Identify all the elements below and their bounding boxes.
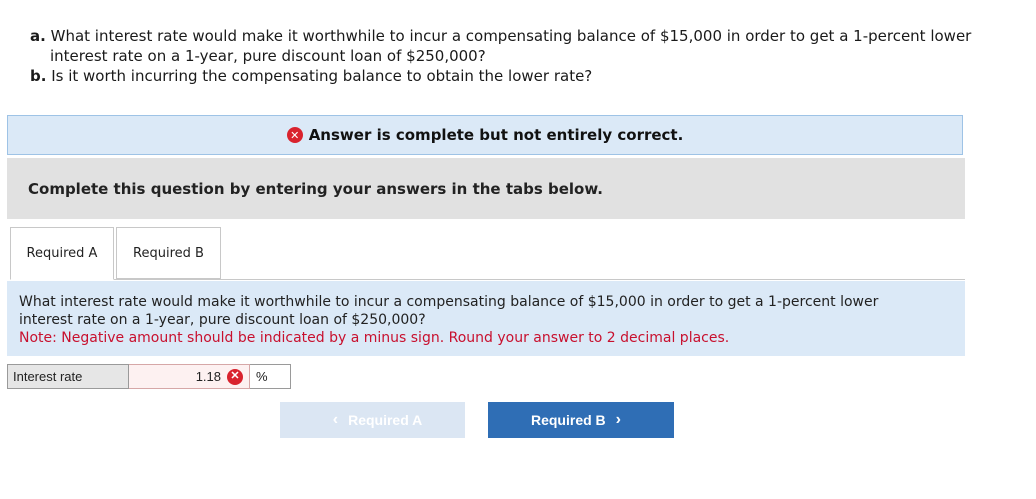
incorrect-x-icon: ✕ [227,368,243,385]
chevron-left-icon: ‹ [332,411,339,428]
question-panel: What interest rate would make it worthwh… [7,281,965,356]
panel-question-line1: What interest rate would make it worthwh… [19,294,879,310]
answer-status-banner: ✕ Answer is complete but not entirely co… [7,115,963,155]
interest-rate-value: 1.18 [195,369,221,384]
question-part-a-cont: interest rate on a 1-year, pure discount… [50,47,486,65]
instructions-text: Complete this question by entering your … [28,179,603,198]
interest-rate-input[interactable]: 1.18 ✕ [129,364,250,389]
panel-question-line2: interest rate on a 1-year, pure discount… [19,312,426,328]
chevron-right-icon: › [615,411,621,428]
prev-required-a-button[interactable]: ‹ Required A [280,402,465,438]
tab-required-b[interactable]: Required B [116,227,221,279]
x-circle-icon: ✕ [286,127,303,143]
question-text: a. What interest rate would make it wort… [30,26,1020,86]
percent-unit: % [250,364,291,389]
banner-text: Answer is complete but not entirely corr… [308,126,684,144]
question-part-a: a. What interest rate would make it wort… [30,27,972,45]
interest-rate-label: Interest rate [7,364,129,389]
panel-note: Note: Negative amount should be indicate… [19,330,730,346]
tab-required-a[interactable]: Required A [10,227,114,280]
instructions-bar: Complete this question by entering your … [7,158,965,219]
question-part-b: b. Is it worth incurring the compensatin… [30,67,593,85]
next-required-b-button[interactable]: Required B › [488,402,674,438]
tab-divider [114,279,965,280]
